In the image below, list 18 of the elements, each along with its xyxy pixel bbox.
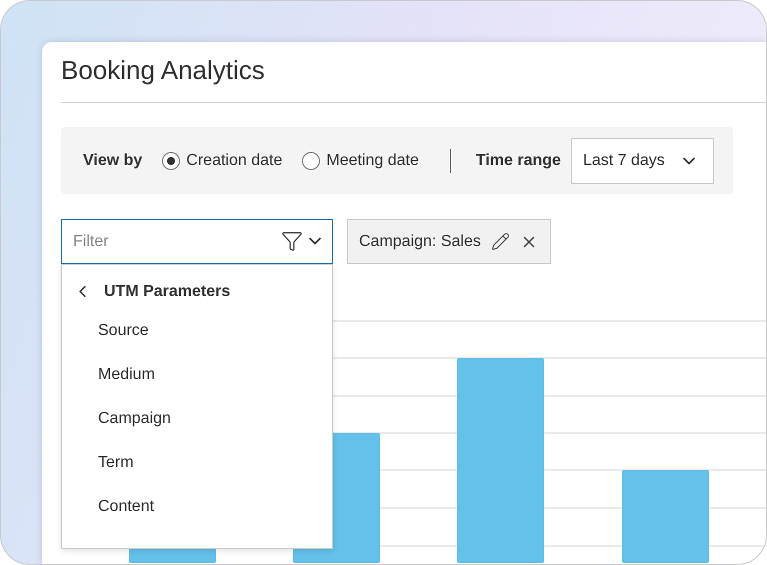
radio-label: Meeting date [326, 152, 419, 170]
page-title: Booking Analytics [61, 42, 766, 103]
menu-item[interactable]: Content [62, 485, 332, 529]
edit-button[interactable] [490, 232, 510, 251]
time-range-label: Time range [476, 152, 561, 170]
filter-field[interactable]: Filter [61, 219, 333, 264]
menu-item[interactable]: Source [62, 309, 332, 353]
menu-item[interactable]: Medium [62, 353, 332, 397]
radio-label: Creation date [186, 152, 282, 170]
view-by-label: View by [83, 152, 142, 170]
funnel-icon [281, 230, 303, 252]
menu-item[interactable]: Campaign [62, 397, 332, 441]
time-range-select[interactable]: Last 7 days [570, 138, 714, 184]
back-menu-item[interactable]: UTM Parameters [62, 274, 332, 309]
radio-button[interactable] [302, 152, 320, 170]
chip-label: Campaign: Sales [359, 232, 481, 250]
radio-button[interactable] [162, 152, 180, 170]
menu-item[interactable]: Term [62, 441, 332, 485]
